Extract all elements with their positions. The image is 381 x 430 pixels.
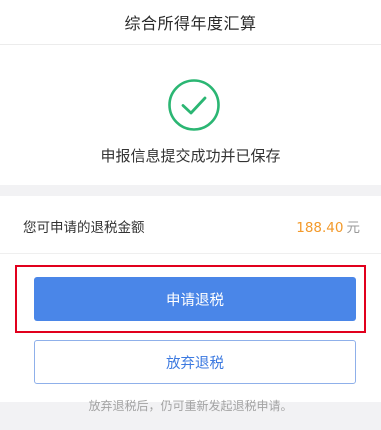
row-divider: [0, 253, 381, 254]
check-circle-icon: [168, 79, 220, 131]
success-card: 申报信息提交成功并已保存: [0, 45, 381, 185]
refund-amount-row: 您可申请的退税金额 188.40 元: [0, 196, 381, 253]
refund-amount: 188.40 元: [296, 216, 360, 236]
success-message: 申报信息提交成功并已保存: [100, 147, 281, 165]
abandon-refund-button[interactable]: 放弃退税: [34, 340, 356, 384]
page-header: 综合所得年度汇算: [0, 0, 381, 44]
abandon-hint: 放弃退税后，仍可重新发起退税申请。: [88, 399, 293, 413]
refund-amount-value: 188.40: [296, 220, 344, 236]
refund-label: 您可申请的退税金额: [23, 220, 145, 236]
page-title: 综合所得年度汇算: [124, 14, 257, 33]
refund-amount-unit: 元: [346, 220, 361, 236]
highlight-box: [15, 265, 366, 333]
abandon-refund-label: 放弃退税: [166, 355, 224, 372]
